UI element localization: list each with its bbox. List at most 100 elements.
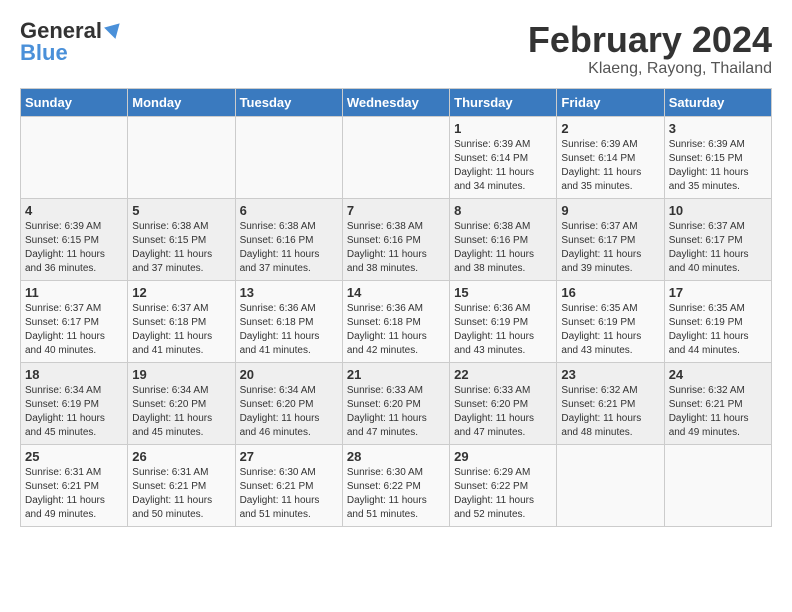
day-number: 16 (561, 285, 659, 300)
calendar-cell: 4 Sunrise: 6:39 AM Sunset: 6:15 PM Daylig… (21, 198, 128, 280)
day-number: 23 (561, 367, 659, 382)
day-info: Sunrise: 6:30 AM Sunset: 6:21 PM Dayligh… (240, 466, 338, 522)
calendar-cell: 25 Sunrise: 6:31 AM Sunset: 6:21 PM Dayli… (21, 444, 128, 526)
calendar-week-row: 11 Sunrise: 6:37 AM Sunset: 6:17 PM Dayli… (21, 280, 772, 362)
day-number: 25 (25, 449, 123, 464)
calendar-cell: 24 Sunrise: 6:32 AM Sunset: 6:21 PM Dayli… (664, 362, 771, 444)
day-number: 10 (669, 203, 767, 218)
day-info: Sunrise: 6:30 AM Sunset: 6:22 PM Dayligh… (347, 466, 445, 522)
day-info: Sunrise: 6:38 AM Sunset: 6:16 PM Dayligh… (454, 220, 552, 276)
day-info: Sunrise: 6:32 AM Sunset: 6:21 PM Dayligh… (669, 384, 767, 440)
day-number: 12 (132, 285, 230, 300)
day-info: Sunrise: 6:32 AM Sunset: 6:21 PM Dayligh… (561, 384, 659, 440)
calendar-cell (21, 116, 128, 198)
calendar-week-row: 4 Sunrise: 6:39 AM Sunset: 6:15 PM Daylig… (21, 198, 772, 280)
day-info: Sunrise: 6:33 AM Sunset: 6:20 PM Dayligh… (347, 384, 445, 440)
day-info: Sunrise: 6:36 AM Sunset: 6:18 PM Dayligh… (240, 302, 338, 358)
month-title: February 2024 (528, 20, 772, 60)
calendar-week-row: 25 Sunrise: 6:31 AM Sunset: 6:21 PM Dayli… (21, 444, 772, 526)
day-info: Sunrise: 6:33 AM Sunset: 6:20 PM Dayligh… (454, 384, 552, 440)
calendar-cell: 16 Sunrise: 6:35 AM Sunset: 6:19 PM Dayli… (557, 280, 664, 362)
calendar-week-row: 18 Sunrise: 6:34 AM Sunset: 6:19 PM Dayli… (21, 362, 772, 444)
calendar-cell: 1 Sunrise: 6:39 AM Sunset: 6:14 PM Daylig… (450, 116, 557, 198)
calendar-body: 1 Sunrise: 6:39 AM Sunset: 6:14 PM Daylig… (21, 116, 772, 526)
calendar-cell: 8 Sunrise: 6:38 AM Sunset: 6:16 PM Daylig… (450, 198, 557, 280)
day-number: 9 (561, 203, 659, 218)
day-info: Sunrise: 6:29 AM Sunset: 6:22 PM Dayligh… (454, 466, 552, 522)
day-info: Sunrise: 6:34 AM Sunset: 6:20 PM Dayligh… (240, 384, 338, 440)
calendar-cell: 3Sunrise: 6:39 AM Sunset: 6:15 PM Daylig… (664, 116, 771, 198)
location-title: Klaeng, Rayong, Thailand (528, 60, 772, 78)
day-info: Sunrise: 6:37 AM Sunset: 6:18 PM Dayligh… (132, 302, 230, 358)
header-cell-friday: Friday (557, 88, 664, 116)
calendar-cell: 28 Sunrise: 6:30 AM Sunset: 6:22 PM Dayli… (342, 444, 449, 526)
header-cell-thursday: Thursday (450, 88, 557, 116)
calendar-cell: 17 Sunrise: 6:35 AM Sunset: 6:19 PM Dayli… (664, 280, 771, 362)
day-info: Sunrise: 6:35 AM Sunset: 6:19 PM Dayligh… (669, 302, 767, 358)
day-number: 5 (132, 203, 230, 218)
day-info: Sunrise: 6:34 AM Sunset: 6:20 PM Dayligh… (132, 384, 230, 440)
calendar-cell: 26 Sunrise: 6:31 AM Sunset: 6:21 PM Dayli… (128, 444, 235, 526)
title-section: February 2024 Klaeng, Rayong, Thailand (528, 20, 772, 78)
header-cell-monday: Monday (128, 88, 235, 116)
day-number: 26 (132, 449, 230, 464)
calendar-cell: 5 Sunrise: 6:38 AM Sunset: 6:15 PM Daylig… (128, 198, 235, 280)
day-info: Sunrise: 6:38 AM Sunset: 6:16 PM Dayligh… (347, 220, 445, 276)
calendar-cell: 18 Sunrise: 6:34 AM Sunset: 6:19 PM Dayli… (21, 362, 128, 444)
logo-blue-text: Blue (20, 42, 68, 64)
calendar-cell: 12 Sunrise: 6:37 AM Sunset: 6:18 PM Dayli… (128, 280, 235, 362)
day-info: Sunrise: 6:37 AM Sunset: 6:17 PM Dayligh… (25, 302, 123, 358)
calendar-cell: 21 Sunrise: 6:33 AM Sunset: 6:20 PM Dayli… (342, 362, 449, 444)
calendar-cell (664, 444, 771, 526)
day-info: Sunrise: 6:31 AM Sunset: 6:21 PM Dayligh… (132, 466, 230, 522)
day-info: Sunrise: 6:38 AM Sunset: 6:16 PM Dayligh… (240, 220, 338, 276)
day-info: Sunrise: 6:37 AM Sunset: 6:17 PM Dayligh… (561, 220, 659, 276)
day-info: Sunrise: 6:39 AM Sunset: 6:14 PM Dayligh… (561, 138, 659, 194)
day-info: Sunrise: 6:34 AM Sunset: 6:19 PM Dayligh… (25, 384, 123, 440)
calendar-cell: 14Sunrise: 6:36 AM Sunset: 6:18 PM Dayli… (342, 280, 449, 362)
header-cell-tuesday: Tuesday (235, 88, 342, 116)
day-number: 17 (669, 285, 767, 300)
day-number: 27 (240, 449, 338, 464)
day-number: 6 (240, 203, 338, 218)
day-number: 24 (669, 367, 767, 382)
calendar-cell (342, 116, 449, 198)
logo-general-text: General (20, 20, 102, 42)
header-cell-wednesday: Wednesday (342, 88, 449, 116)
day-number: 15 (454, 285, 552, 300)
day-info: Sunrise: 6:39 AM Sunset: 6:14 PM Dayligh… (454, 138, 552, 194)
header-cell-saturday: Saturday (664, 88, 771, 116)
day-number: 1 (454, 121, 552, 136)
day-number: 8 (454, 203, 552, 218)
logo: General Blue (20, 20, 124, 64)
day-number: 2 (561, 121, 659, 136)
calendar-cell: 6 Sunrise: 6:38 AM Sunset: 6:16 PM Daylig… (235, 198, 342, 280)
day-number: 18 (25, 367, 123, 382)
day-number: 20 (240, 367, 338, 382)
day-info: Sunrise: 6:37 AM Sunset: 6:17 PM Dayligh… (669, 220, 767, 276)
day-number: 22 (454, 367, 552, 382)
calendar-cell: 7Sunrise: 6:38 AM Sunset: 6:16 PM Daylig… (342, 198, 449, 280)
calendar-cell: 23 Sunrise: 6:32 AM Sunset: 6:21 PM Dayli… (557, 362, 664, 444)
calendar-cell: 2 Sunrise: 6:39 AM Sunset: 6:14 PM Daylig… (557, 116, 664, 198)
day-info: Sunrise: 6:35 AM Sunset: 6:19 PM Dayligh… (561, 302, 659, 358)
header-row: SundayMondayTuesdayWednesdayThursdayFrid… (21, 88, 772, 116)
day-number: 4 (25, 203, 123, 218)
day-info: Sunrise: 6:39 AM Sunset: 6:15 PM Dayligh… (669, 138, 767, 194)
calendar-cell (128, 116, 235, 198)
calendar-cell: 9 Sunrise: 6:37 AM Sunset: 6:17 PM Daylig… (557, 198, 664, 280)
day-info: Sunrise: 6:38 AM Sunset: 6:15 PM Dayligh… (132, 220, 230, 276)
calendar-cell: 11 Sunrise: 6:37 AM Sunset: 6:17 PM Dayli… (21, 280, 128, 362)
day-number: 28 (347, 449, 445, 464)
calendar-cell: 19Sunrise: 6:34 AM Sunset: 6:20 PM Dayli… (128, 362, 235, 444)
day-info: Sunrise: 6:31 AM Sunset: 6:21 PM Dayligh… (25, 466, 123, 522)
day-number: 11 (25, 285, 123, 300)
header-cell-sunday: Sunday (21, 88, 128, 116)
calendar-cell: 27 Sunrise: 6:30 AM Sunset: 6:21 PM Dayli… (235, 444, 342, 526)
day-number: 21 (347, 367, 445, 382)
calendar-cell: 15Sunrise: 6:36 AM Sunset: 6:19 PM Dayli… (450, 280, 557, 362)
calendar-header: SundayMondayTuesdayWednesdayThursdayFrid… (21, 88, 772, 116)
day-number: 13 (240, 285, 338, 300)
calendar-cell: 20 Sunrise: 6:34 AM Sunset: 6:20 PM Dayli… (235, 362, 342, 444)
day-info: Sunrise: 6:39 AM Sunset: 6:15 PM Dayligh… (25, 220, 123, 276)
